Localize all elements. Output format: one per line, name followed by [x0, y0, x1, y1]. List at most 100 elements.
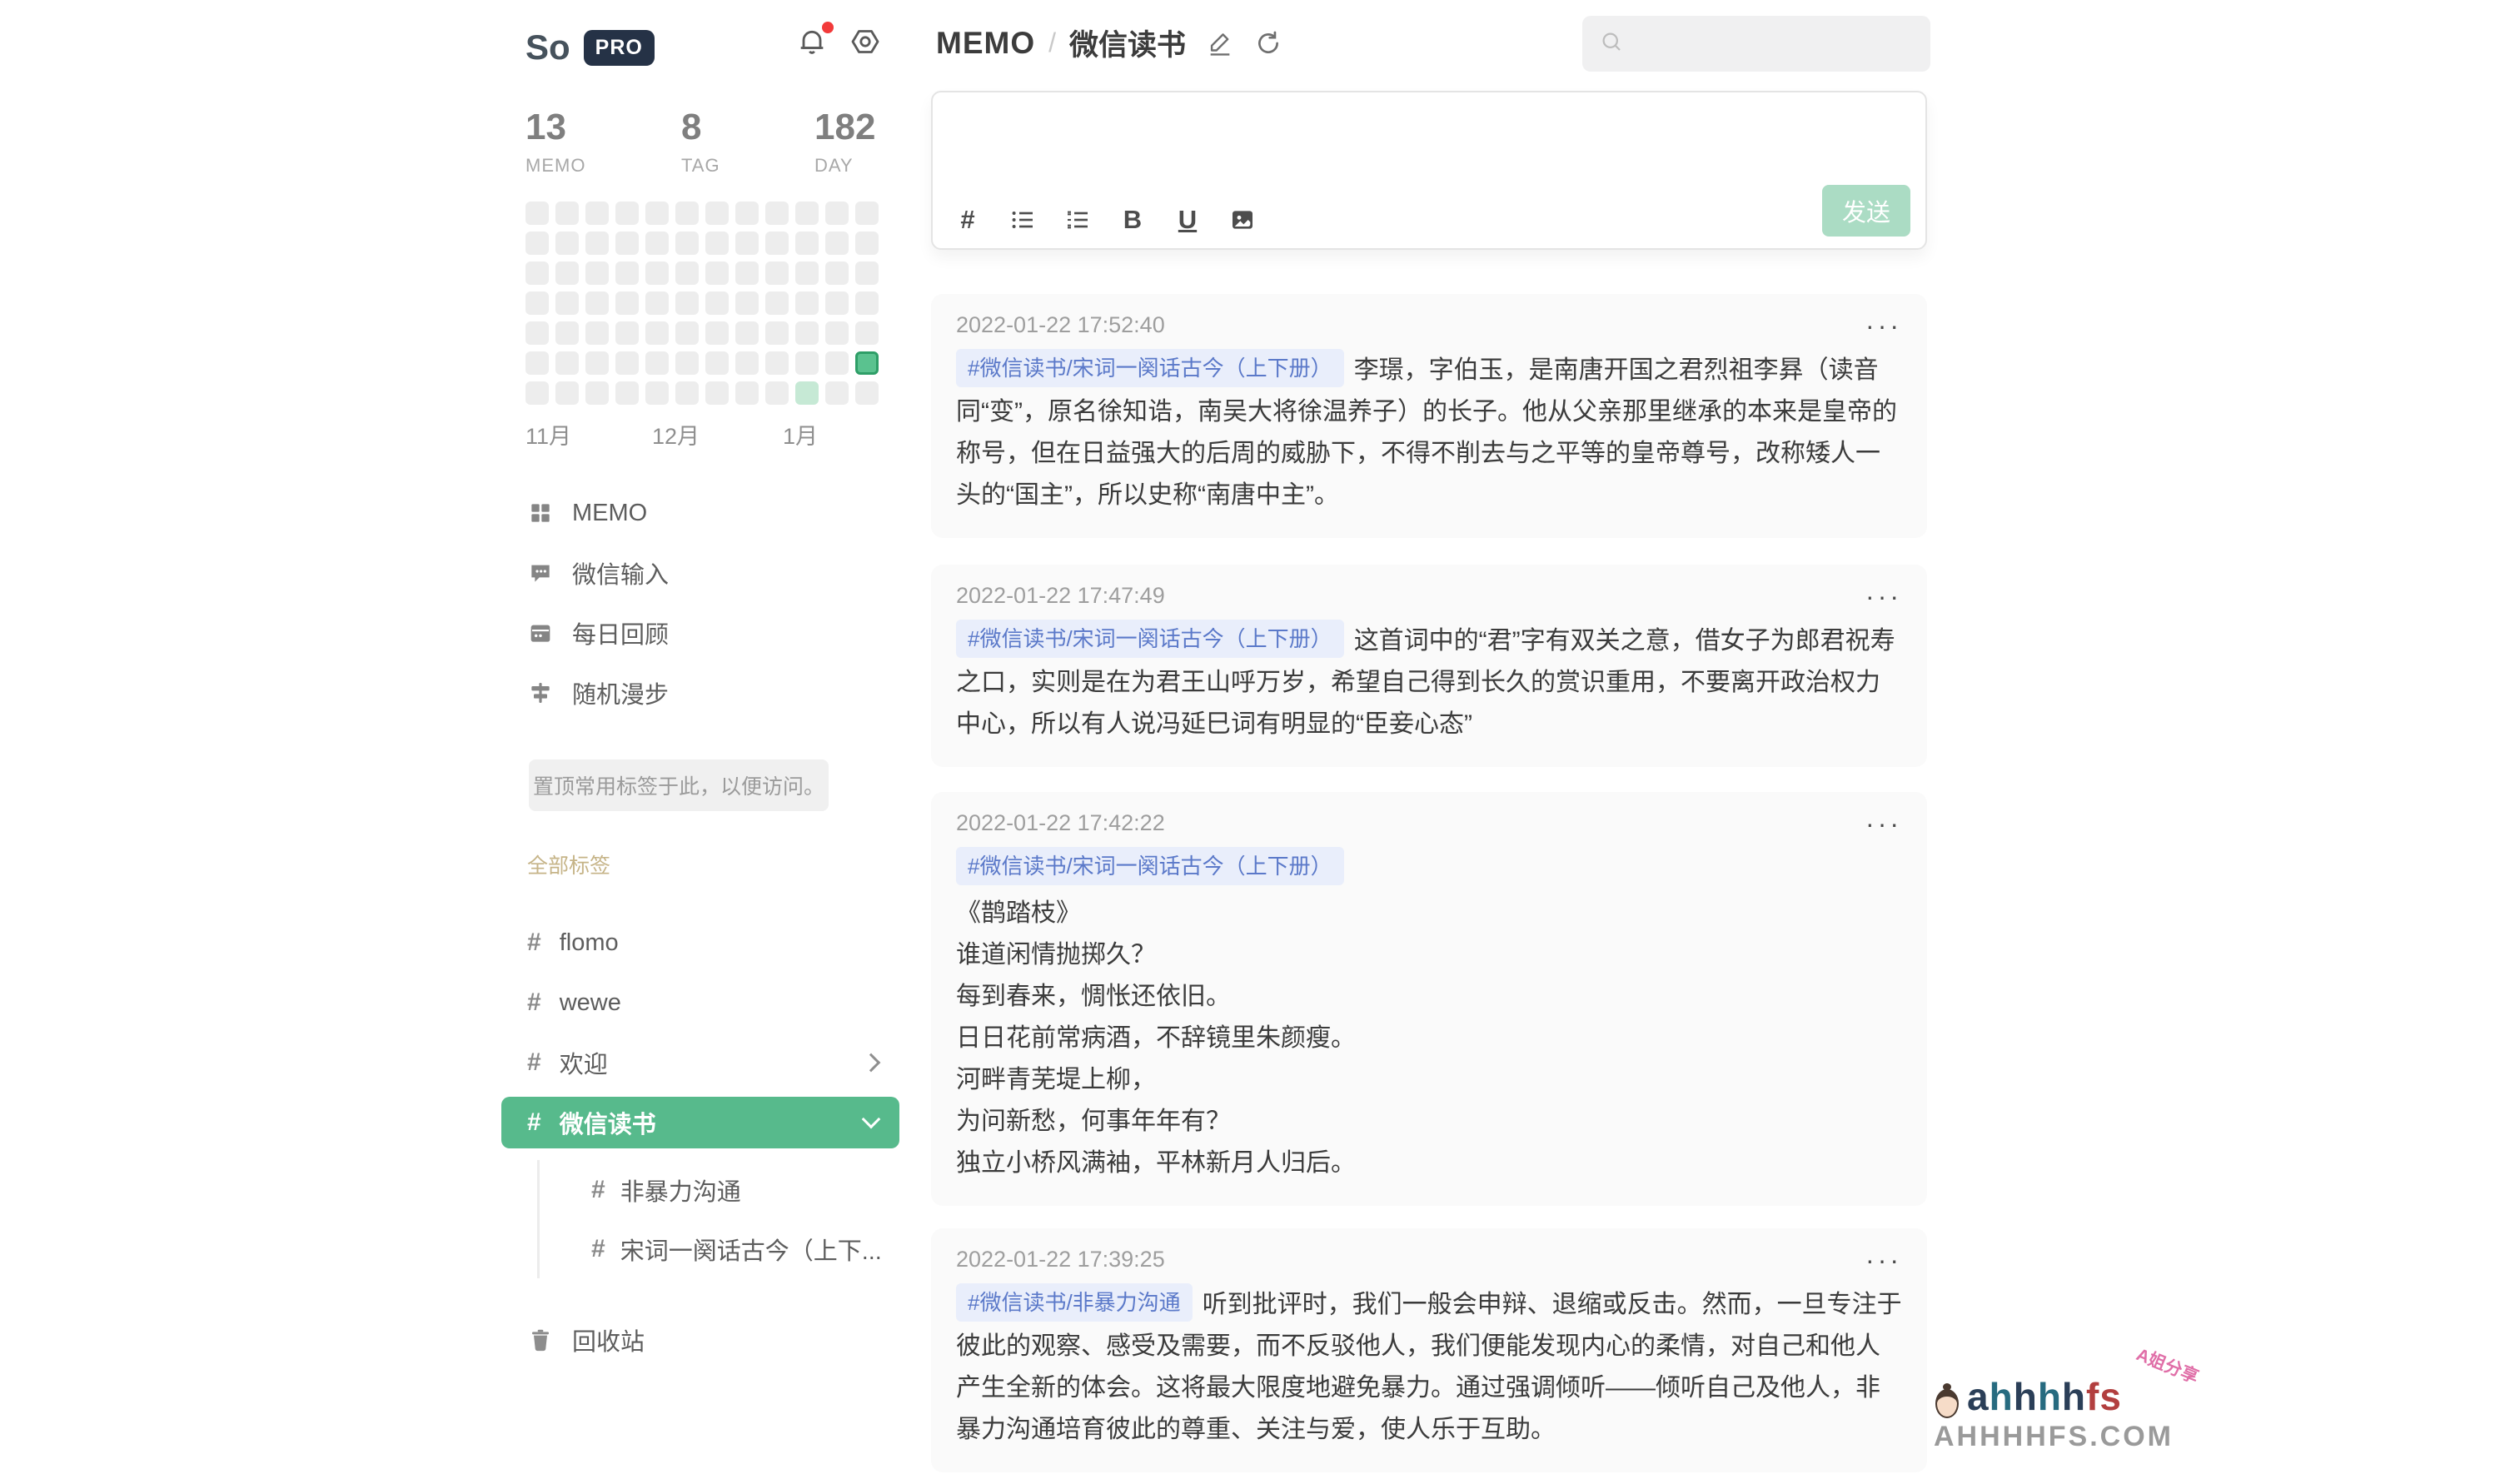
heatmap-cell[interactable]: [765, 321, 789, 345]
heatmap-cell[interactable]: [825, 321, 849, 345]
heatmap-cell[interactable]: [585, 291, 609, 315]
heatmap-cell[interactable]: [765, 202, 789, 225]
heatmap-cell[interactable]: [765, 232, 789, 255]
heatmap-cell[interactable]: [645, 291, 669, 315]
heatmap-cell[interactable]: [795, 351, 819, 375]
heatmap-cell[interactable]: [525, 202, 549, 225]
heatmap-cell[interactable]: [735, 202, 759, 225]
heatmap-cell[interactable]: [675, 232, 699, 255]
sidebar-tag-wewe[interactable]: #wewe: [501, 973, 899, 1033]
heatmap-cell[interactable]: [615, 291, 639, 315]
sidebar-tag-wechat-reading[interactable]: #微信读书: [501, 1097, 899, 1148]
heatmap-cell[interactable]: [525, 291, 549, 315]
memo-more-menu-icon[interactable]: ···: [1865, 1252, 1902, 1268]
heatmap-cell[interactable]: [675, 202, 699, 225]
heatmap-cell[interactable]: [705, 351, 729, 375]
heatmap-cell[interactable]: [735, 291, 759, 315]
heatmap-cell[interactable]: [615, 232, 639, 255]
heatmap-cell[interactable]: [855, 291, 879, 315]
underline-tool-icon[interactable]: U: [1173, 205, 1203, 235]
heatmap-cell[interactable]: [855, 321, 879, 345]
heatmap-cell[interactable]: [765, 351, 789, 375]
heatmap-cell[interactable]: [855, 351, 879, 375]
ordered-list-tool-icon[interactable]: [1063, 205, 1093, 235]
editor-input-area[interactable]: [933, 92, 1925, 167]
heatmap-cell[interactable]: [525, 351, 549, 375]
heatmap-cell[interactable]: [525, 232, 549, 255]
heatmap-cell[interactable]: [585, 232, 609, 255]
refresh-icon[interactable]: [1254, 29, 1282, 57]
heatmap-cell[interactable]: [645, 261, 669, 285]
search-input[interactable]: [1632, 30, 1930, 57]
heatmap-cell[interactable]: [705, 232, 729, 255]
heatmap-cell[interactable]: [855, 232, 879, 255]
heatmap-cell[interactable]: [705, 261, 729, 285]
heatmap-cell[interactable]: [705, 291, 729, 315]
heatmap-cell[interactable]: [795, 232, 819, 255]
heatmap-cell[interactable]: [555, 321, 579, 345]
sidebar-item-wechat-input[interactable]: 微信输入: [501, 543, 899, 603]
sidebar-tag-songci[interactable]: #宋词一阕话古今（上下...: [540, 1219, 899, 1278]
heatmap-cell[interactable]: [855, 381, 879, 405]
pin-tags-hint[interactable]: 置顶常用标签于此，以便访问。: [529, 759, 829, 811]
heatmap-cell[interactable]: [645, 202, 669, 225]
heatmap-cell[interactable]: [525, 261, 549, 285]
sidebar-item-daily-review[interactable]: 每日回顾: [501, 603, 899, 663]
heatmap-cell[interactable]: [825, 351, 849, 375]
heatmap-cell[interactable]: [555, 232, 579, 255]
chevron-down-icon[interactable]: [862, 1110, 881, 1129]
heatmap-cell[interactable]: [615, 381, 639, 405]
sidebar-item-trash[interactable]: 回收站: [501, 1310, 899, 1370]
heatmap-cell[interactable]: [525, 381, 549, 405]
heatmap-cell[interactable]: [555, 351, 579, 375]
heatmap-cell[interactable]: [825, 202, 849, 225]
heatmap-cell[interactable]: [705, 202, 729, 225]
heatmap-cell[interactable]: [825, 291, 849, 315]
heatmap-cell[interactable]: [735, 321, 759, 345]
heatmap-cell[interactable]: [675, 381, 699, 405]
heatmap-cell[interactable]: [705, 321, 729, 345]
image-tool-icon[interactable]: [1228, 205, 1257, 235]
settings-gear-icon[interactable]: [849, 25, 882, 58]
heatmap-cell[interactable]: [615, 202, 639, 225]
search-box[interactable]: [1582, 16, 1930, 72]
heatmap-cell[interactable]: [615, 321, 639, 345]
heatmap-cell[interactable]: [645, 351, 669, 375]
heatmap-cell[interactable]: [765, 261, 789, 285]
breadcrumb-root[interactable]: MEMO: [936, 26, 1035, 61]
chevron-right-icon[interactable]: [862, 1053, 881, 1073]
heatmap-cell[interactable]: [645, 381, 669, 405]
sidebar-tag-flomo[interactable]: #flomo: [501, 913, 899, 973]
heatmap-cell[interactable]: [585, 351, 609, 375]
heatmap-cell[interactable]: [585, 321, 609, 345]
memo-editor[interactable]: #BU 发送: [931, 91, 1927, 250]
heatmap-cell[interactable]: [585, 381, 609, 405]
heatmap-cell[interactable]: [765, 291, 789, 315]
heatmap-cell[interactable]: [795, 321, 819, 345]
heatmap-cell[interactable]: [675, 351, 699, 375]
sidebar-item-random-walk[interactable]: 随机漫步: [501, 663, 899, 723]
heatmap-cell[interactable]: [705, 381, 729, 405]
edit-pencil-icon[interactable]: [1206, 29, 1234, 57]
hash-tool-icon[interactable]: #: [953, 205, 983, 235]
heatmap-cell[interactable]: [615, 261, 639, 285]
heatmap-cell[interactable]: [675, 321, 699, 345]
heatmap-cell[interactable]: [795, 381, 819, 405]
heatmap-cell[interactable]: [525, 321, 549, 345]
notifications-bell-icon[interactable]: [795, 25, 829, 58]
heatmap-cell[interactable]: [735, 351, 759, 375]
heatmap-cell[interactable]: [795, 261, 819, 285]
heatmap-cell[interactable]: [555, 261, 579, 285]
heatmap-cell[interactable]: [615, 351, 639, 375]
sidebar-item-memo[interactable]: MEMO: [501, 483, 899, 543]
memo-more-menu-icon[interactable]: ···: [1865, 317, 1902, 334]
heatmap-cell[interactable]: [555, 202, 579, 225]
heatmap-cell[interactable]: [855, 261, 879, 285]
heatmap-cell[interactable]: [855, 202, 879, 225]
heatmap-cell[interactable]: [795, 202, 819, 225]
memo-tag-chip[interactable]: #微信读书/宋词一阕话古今（上下册）: [956, 847, 1344, 885]
heatmap-cell[interactable]: [585, 202, 609, 225]
heatmap-cell[interactable]: [645, 232, 669, 255]
heatmap-cell[interactable]: [555, 381, 579, 405]
memo-more-menu-icon[interactable]: ···: [1865, 815, 1902, 832]
